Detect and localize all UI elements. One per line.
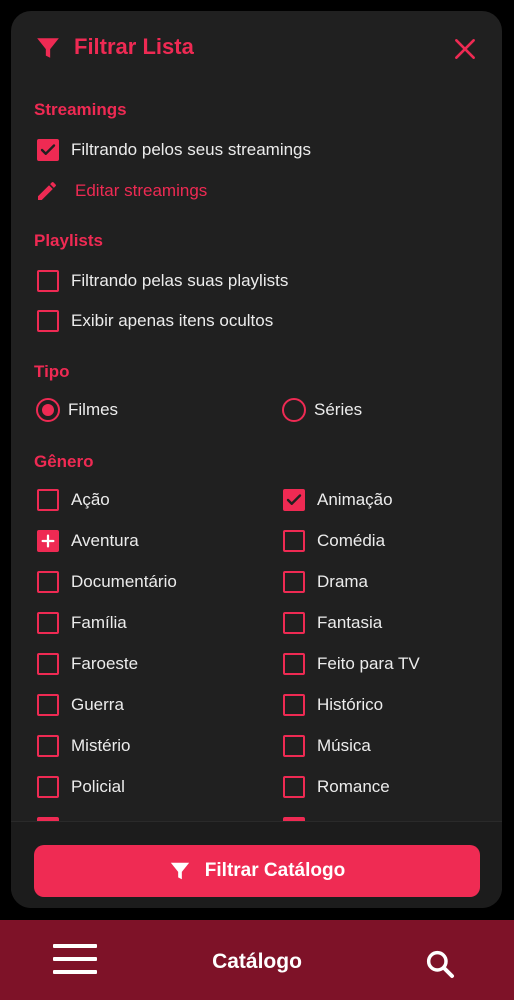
checkbox-box[interactable] [37, 489, 59, 511]
checkbox-box[interactable] [37, 571, 59, 593]
pencil-icon [38, 181, 56, 200]
radio-button[interactable] [282, 398, 306, 422]
funnel-icon [170, 862, 189, 880]
genre-label: Música [317, 736, 371, 755]
genre-label: Mistério [71, 736, 131, 755]
genre-label: Policial [71, 777, 125, 796]
dialog-title: Filtrar Lista [74, 34, 194, 59]
checkbox-label: Filtrando pelos seus streamings [71, 140, 312, 159]
genre-checkbox[interactable]: Romance [283, 772, 390, 802]
genre-label: Guerra [71, 695, 124, 714]
radio-series[interactable]: Séries [282, 395, 362, 425]
plus-icon [41, 534, 55, 548]
genre-checkbox-cutoff[interactable] [283, 813, 305, 821]
filter-catalog-button[interactable]: Filtrar Catálogo [34, 845, 480, 897]
genre-label: Comédia [317, 531, 386, 550]
genre-checkbox-cutoff[interactable] [37, 813, 59, 821]
funnel-icon [37, 38, 59, 58]
genre-label: Romance [317, 777, 390, 796]
genre-label: Família [71, 613, 127, 632]
filter-dialog: Filtrar Lista Streamings Filtrando pelos… [11, 11, 502, 908]
checkbox-box[interactable] [37, 776, 59, 798]
genre-checkbox[interactable]: Mistério [37, 731, 131, 761]
genre-checkbox[interactable]: Guerra [37, 690, 124, 720]
section-title-tipo: Tipo [34, 362, 70, 381]
dialog-footer: Filtrar Catálogo [11, 821, 502, 908]
genre-checkbox[interactable]: Documentário [37, 567, 177, 597]
checkbox-box[interactable] [283, 735, 305, 757]
checkbox-box[interactable] [37, 530, 59, 552]
search-icon[interactable] [424, 948, 456, 980]
checkbox-box[interactable] [37, 270, 59, 292]
radio-label: Séries [314, 400, 363, 419]
radio-filmes[interactable]: Filmes [36, 395, 118, 425]
genre-checkbox[interactable]: Animação [283, 485, 393, 515]
genre-checkbox[interactable]: Família [37, 608, 127, 638]
genre-label: Fantasia [317, 613, 383, 632]
checkbox-box[interactable] [283, 612, 305, 634]
check-icon [40, 144, 56, 155]
edit-streamings-link[interactable]: Editar streamings [35, 176, 207, 206]
genre-checkbox[interactable]: Ação [37, 485, 110, 515]
checkbox-box[interactable] [283, 653, 305, 675]
filter-catalog-label: Filtrar Catálogo [204, 860, 346, 881]
checkbox-box[interactable] [283, 694, 305, 716]
genre-label: Animação [317, 490, 393, 509]
section-title-playlists: Playlists [34, 231, 103, 250]
checkbox-own-streamings[interactable]: Filtrando pelos seus streamings [37, 135, 311, 165]
genre-checkbox[interactable]: Histórico [283, 690, 383, 720]
dialog-header: Filtrar Lista [11, 11, 502, 83]
radio-button[interactable] [36, 398, 60, 422]
genre-checkbox[interactable]: Comédia [283, 526, 385, 556]
genre-label: Histórico [317, 695, 384, 714]
checkbox-box[interactable] [283, 571, 305, 593]
check-icon [286, 494, 302, 505]
checkbox-label: Filtrando pelas suas playlists [71, 271, 289, 290]
radio-label: Filmes [68, 400, 119, 419]
genre-label: Feito para TV [317, 654, 420, 673]
section-title-streamings: Streamings [34, 100, 127, 119]
genre-checkbox[interactable]: Drama [283, 567, 368, 597]
genre-checkbox[interactable]: Faroeste [37, 649, 138, 679]
genre-checkbox[interactable]: Aventura [37, 526, 139, 556]
genre-checkbox[interactable]: Feito para TV [283, 649, 420, 679]
checkbox-box[interactable] [283, 489, 305, 511]
checkbox-box[interactable] [37, 310, 59, 332]
checkbox-box[interactable] [37, 735, 59, 757]
close-icon[interactable] [452, 36, 478, 62]
radio-dot [42, 404, 54, 416]
filter-scroll-area[interactable]: Streamings Filtrando pelos seus streamin… [11, 83, 502, 821]
checkbox-box[interactable] [37, 653, 59, 675]
checkbox-box[interactable] [37, 694, 59, 716]
checkbox-label: Exibir apenas itens ocultos [71, 311, 274, 330]
genre-label: Documentário [71, 572, 177, 591]
checkbox-hidden-items[interactable]: Exibir apenas itens ocultos [37, 306, 273, 336]
checkbox-own-playlists[interactable]: Filtrando pelas suas playlists [37, 266, 288, 296]
section-title-genero: Gênero [34, 452, 94, 471]
checkbox-box[interactable] [37, 612, 59, 634]
genre-label: Faroeste [71, 654, 139, 673]
genre-checkbox[interactable]: Música [283, 731, 371, 761]
genre-label: Aventura [71, 531, 139, 550]
checkbox-box[interactable] [37, 139, 59, 161]
genre-label: Drama [317, 572, 369, 591]
edit-streamings-label: Editar streamings [75, 181, 208, 200]
genre-checkbox[interactable]: Policial [37, 772, 125, 802]
genre-checkbox[interactable]: Fantasia [283, 608, 382, 638]
checkbox-box[interactable] [283, 530, 305, 552]
genre-label: Ação [71, 490, 110, 509]
checkbox-box[interactable] [283, 776, 305, 798]
